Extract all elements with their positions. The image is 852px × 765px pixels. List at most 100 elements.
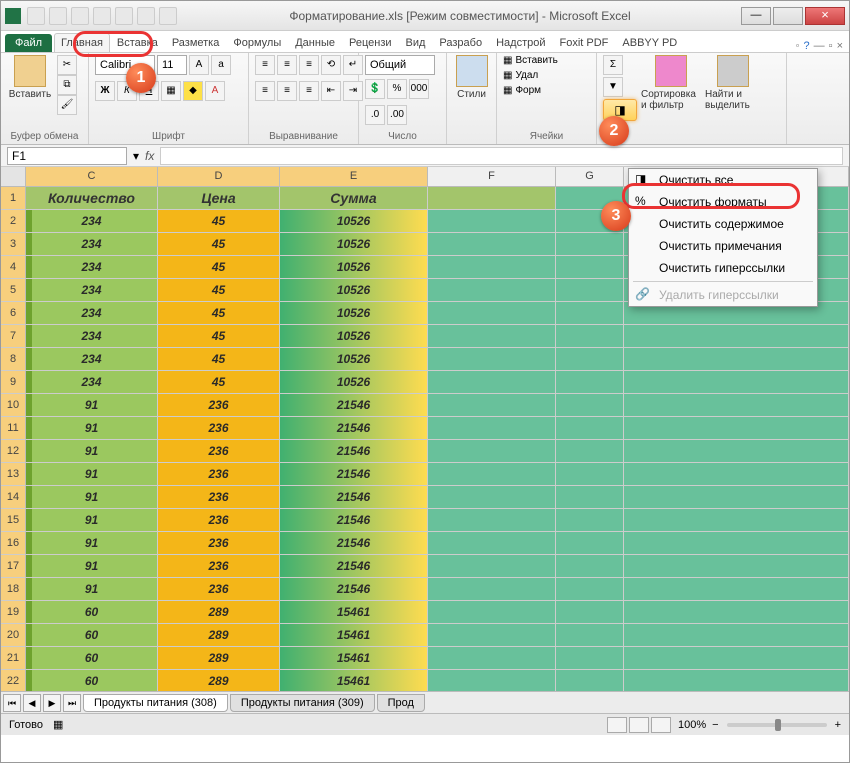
- tab-review[interactable]: Рецензи: [342, 33, 399, 52]
- cell-F14[interactable]: [428, 486, 556, 509]
- cell-E3[interactable]: 10526: [280, 233, 428, 256]
- doc-min-icon[interactable]: —: [814, 40, 825, 52]
- cell-E9[interactable]: 10526: [280, 371, 428, 394]
- cell-F9[interactable]: [428, 371, 556, 394]
- maximize-button[interactable]: [773, 7, 803, 25]
- close-button[interactable]: ×: [805, 7, 845, 25]
- number-format-combo[interactable]: Общий: [365, 55, 435, 75]
- zoom-out-button[interactable]: −: [712, 719, 718, 731]
- cell-D3[interactable]: 45: [158, 233, 280, 256]
- menu-clear-hyperlinks[interactable]: Очистить гиперссылки: [629, 257, 817, 279]
- cell-F1[interactable]: [428, 187, 556, 210]
- cell-E14[interactable]: 21546: [280, 486, 428, 509]
- cell-E11[interactable]: 21546: [280, 417, 428, 440]
- qat-redo-icon[interactable]: [71, 7, 89, 25]
- cell-E18[interactable]: 21546: [280, 578, 428, 601]
- cell-C4[interactable]: 234: [26, 256, 158, 279]
- cell-D2[interactable]: 45: [158, 210, 280, 233]
- cell-F15[interactable]: [428, 509, 556, 532]
- cell-D9[interactable]: 45: [158, 371, 280, 394]
- cell-D7[interactable]: 45: [158, 325, 280, 348]
- cell-E5[interactable]: 10526: [280, 279, 428, 302]
- cell-G6[interactable]: [556, 302, 624, 325]
- cell-F20[interactable]: [428, 624, 556, 647]
- col-header-G[interactable]: G: [556, 167, 624, 187]
- cell-C15[interactable]: 91: [26, 509, 158, 532]
- align-bot-icon[interactable]: ≡: [299, 55, 319, 75]
- cell-E17[interactable]: 21546: [280, 555, 428, 578]
- cell-F11[interactable]: [428, 417, 556, 440]
- cell-C8[interactable]: 234: [26, 348, 158, 371]
- cell-E4[interactable]: 10526: [280, 256, 428, 279]
- doc-close-icon[interactable]: ×: [837, 40, 843, 52]
- row-header-15[interactable]: 15: [1, 509, 26, 532]
- zoom-slider[interactable]: [727, 723, 827, 727]
- cell-F3[interactable]: [428, 233, 556, 256]
- align-left-icon[interactable]: ≡: [255, 81, 275, 101]
- row-header-12[interactable]: 12: [1, 440, 26, 463]
- menu-clear-comments[interactable]: Очистить примечания: [629, 235, 817, 257]
- cell-C21[interactable]: 60: [26, 647, 158, 670]
- cut-icon[interactable]: ✂: [57, 55, 77, 75]
- grow-font-icon[interactable]: A: [189, 55, 209, 75]
- row-header-20[interactable]: 20: [1, 624, 26, 647]
- tab-addins[interactable]: Надстрой: [489, 33, 552, 52]
- cell-D14[interactable]: 236: [158, 486, 280, 509]
- cell-D20[interactable]: 289: [158, 624, 280, 647]
- cell-E10[interactable]: 21546: [280, 394, 428, 417]
- col-header-D[interactable]: D: [158, 167, 280, 187]
- cell-F16[interactable]: [428, 532, 556, 555]
- cell-F12[interactable]: [428, 440, 556, 463]
- cell-E22[interactable]: 15461: [280, 670, 428, 691]
- cell-F5[interactable]: [428, 279, 556, 302]
- cell-D1[interactable]: Цена: [158, 187, 280, 210]
- cells-delete-button[interactable]: ▦Удал: [503, 70, 538, 81]
- tab-insert[interactable]: Вставка: [110, 33, 165, 52]
- cell-G8[interactable]: [556, 348, 624, 371]
- cell-F19[interactable]: [428, 601, 556, 624]
- cell-F2[interactable]: [428, 210, 556, 233]
- cell-E21[interactable]: 15461: [280, 647, 428, 670]
- cell-D15[interactable]: 236: [158, 509, 280, 532]
- cell-E6[interactable]: 10526: [280, 302, 428, 325]
- cell-C18[interactable]: 91: [26, 578, 158, 601]
- paste-button[interactable]: Вставить: [7, 55, 53, 100]
- font-size-combo[interactable]: 11: [157, 55, 187, 75]
- menu-clear-all[interactable]: ◨Очистить все: [629, 169, 817, 191]
- cell-E15[interactable]: 21546: [280, 509, 428, 532]
- align-center-icon[interactable]: ≡: [277, 81, 297, 101]
- dec-dec-icon[interactable]: .00: [387, 105, 407, 125]
- format-painter-icon[interactable]: 🖌: [57, 95, 77, 115]
- sheet-nav-next[interactable]: ▶: [43, 694, 61, 712]
- cell-F21[interactable]: [428, 647, 556, 670]
- cell-G5[interactable]: [556, 279, 624, 302]
- cell-E13[interactable]: 21546: [280, 463, 428, 486]
- cell-G18[interactable]: [556, 578, 624, 601]
- align-mid-icon[interactable]: ≡: [277, 55, 297, 75]
- col-header-F[interactable]: F: [428, 167, 556, 187]
- zoom-in-button[interactable]: +: [835, 719, 841, 731]
- inc-dec-icon[interactable]: .0: [365, 105, 385, 125]
- cell-F8[interactable]: [428, 348, 556, 371]
- sheet-tab-2[interactable]: Продукты питания (309): [230, 694, 375, 712]
- cell-G15[interactable]: [556, 509, 624, 532]
- qat-new-icon[interactable]: [93, 7, 111, 25]
- cell-G11[interactable]: [556, 417, 624, 440]
- row-header-22[interactable]: 22: [1, 670, 26, 691]
- cell-C20[interactable]: 60: [26, 624, 158, 647]
- name-box-dropdown-icon[interactable]: ▾: [133, 149, 139, 163]
- zoom-thumb[interactable]: [775, 719, 781, 731]
- cell-G21[interactable]: [556, 647, 624, 670]
- row-header-8[interactable]: 8: [1, 348, 26, 371]
- qat-save-icon[interactable]: [27, 7, 45, 25]
- cell-D11[interactable]: 236: [158, 417, 280, 440]
- sheet-nav-last[interactable]: ⏭: [63, 694, 81, 712]
- qat-undo-icon[interactable]: [49, 7, 67, 25]
- cell-C10[interactable]: 91: [26, 394, 158, 417]
- cell-C1[interactable]: Количество: [26, 187, 158, 210]
- cell-E8[interactable]: 10526: [280, 348, 428, 371]
- row-header-21[interactable]: 21: [1, 647, 26, 670]
- cell-F7[interactable]: [428, 325, 556, 348]
- cell-G7[interactable]: [556, 325, 624, 348]
- name-box[interactable]: F1: [7, 147, 127, 165]
